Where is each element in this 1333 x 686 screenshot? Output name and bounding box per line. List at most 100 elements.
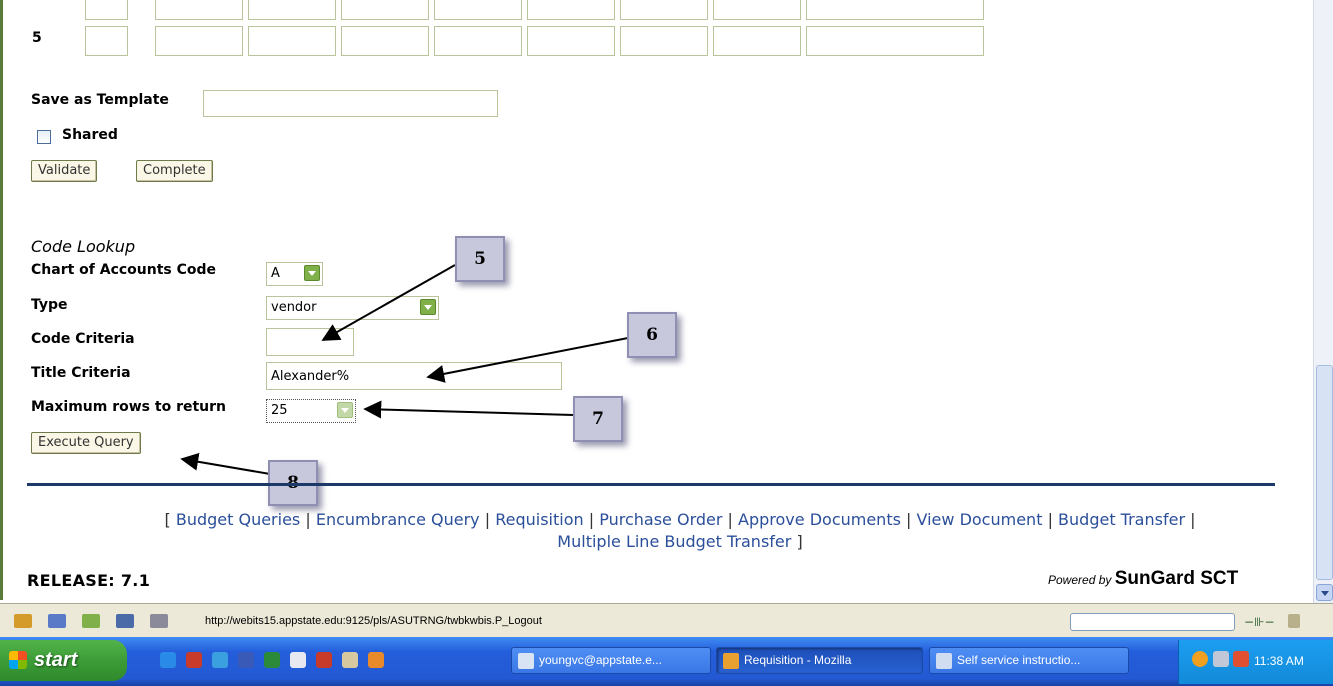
- bracket-open: [: [164, 510, 171, 529]
- task-label: Requisition - Mozilla: [744, 653, 852, 667]
- grid-cell[interactable]: [527, 26, 615, 56]
- arrow-8: [180, 452, 271, 475]
- complete-button[interactable]: Complete: [136, 160, 213, 182]
- link-multiple-line-budget-transfer[interactable]: Multiple Line Budget Transfer: [557, 532, 791, 551]
- start-label: start: [34, 649, 78, 671]
- chart-of-accounts-value: A: [271, 266, 280, 281]
- task-label: youngvc@appstate.e...: [539, 653, 662, 667]
- task-label: Self service instructio...: [957, 653, 1081, 667]
- execute-query-button[interactable]: Execute Query: [31, 432, 141, 454]
- link-view-document[interactable]: View Document: [917, 510, 1043, 529]
- separator: |: [588, 510, 595, 529]
- link-requisition[interactable]: Requisition: [495, 510, 583, 529]
- chevron-down-icon[interactable]: [337, 402, 353, 418]
- chart-of-accounts-label: Chart of Accounts Code: [31, 262, 217, 278]
- windows-logo-icon: [9, 651, 27, 669]
- taskbar-item-self-service[interactable]: Self service instructio...: [929, 647, 1129, 674]
- link-budget-queries[interactable]: Budget Queries: [176, 510, 300, 529]
- chevron-down-icon[interactable]: [304, 265, 320, 281]
- taskbar-item-mail[interactable]: youngvc@appstate.e...: [511, 647, 711, 674]
- link-purchase-order[interactable]: Purchase Order: [599, 510, 722, 529]
- grid-cell[interactable]: [434, 0, 522, 20]
- grid-cell[interactable]: [713, 26, 801, 56]
- grid-cell[interactable]: [806, 0, 984, 20]
- grid-cell[interactable]: [620, 26, 708, 56]
- chevron-down-icon[interactable]: [420, 299, 436, 315]
- separator: |: [727, 510, 733, 529]
- code-criteria-label: Code Criteria: [31, 331, 135, 347]
- quicklaunch-app-icon[interactable]: [186, 652, 202, 668]
- word-document-icon: [936, 653, 952, 669]
- grid-cell[interactable]: [155, 26, 243, 56]
- max-rows-select[interactable]: 25: [266, 399, 356, 423]
- footer-divider: [27, 483, 1275, 486]
- link-encumbrance-query[interactable]: Encumbrance Query: [316, 510, 480, 529]
- tray-app-icon[interactable]: [1233, 651, 1249, 667]
- system-clock[interactable]: 11:38 AM: [1254, 654, 1304, 668]
- type-select[interactable]: vendor: [266, 296, 439, 320]
- grid-cell[interactable]: [85, 0, 128, 20]
- address-book-icon[interactable]: [116, 614, 134, 628]
- grid-cell[interactable]: [434, 26, 522, 56]
- progress-box: [1070, 613, 1235, 631]
- chart-of-accounts-select[interactable]: A: [266, 262, 323, 286]
- title-criteria-input[interactable]: [266, 362, 562, 390]
- mail-window-icon: [518, 653, 534, 669]
- navigator-icon[interactable]: [14, 614, 32, 628]
- taskbar-item-requisition[interactable]: Requisition - Mozilla: [716, 647, 923, 674]
- grid-cell[interactable]: [527, 0, 615, 20]
- quicklaunch-app-icon[interactable]: [316, 652, 332, 668]
- word-icon[interactable]: [238, 652, 254, 668]
- save-template-label: Save as Template: [31, 92, 169, 108]
- release-version: RELEASE: 7.1: [27, 571, 151, 590]
- tray-expand-icon[interactable]: [1192, 651, 1208, 667]
- mozilla-window-icon: [723, 653, 739, 669]
- footer-nav: [ Budget Queries | Encumbrance Query | R…: [60, 509, 1300, 553]
- mail-icon[interactable]: [48, 614, 66, 628]
- grid-cell[interactable]: [713, 0, 801, 20]
- grid-cell[interactable]: [248, 0, 336, 20]
- shared-checkbox[interactable]: [37, 130, 51, 144]
- grid-cell[interactable]: [85, 26, 128, 56]
- max-rows-label: Maximum rows to return: [31, 399, 227, 415]
- network-icon[interactable]: [1213, 651, 1229, 667]
- grid-cell[interactable]: [155, 0, 243, 20]
- grid-cell[interactable]: [620, 0, 708, 20]
- grid-cell[interactable]: [341, 26, 429, 56]
- callout-5: 5: [455, 236, 505, 282]
- powered-by-text: Powered by: [1048, 573, 1112, 587]
- max-rows-value: 25: [271, 403, 288, 418]
- browser-status-bar: http://webits15.appstate.edu:9125/pls/AS…: [0, 603, 1333, 637]
- code-lookup-heading: Code Lookup: [31, 237, 136, 256]
- vertical-scrollbar[interactable]: [1313, 0, 1333, 603]
- clock-icon[interactable]: [368, 652, 384, 668]
- code-criteria-input[interactable]: [266, 328, 354, 356]
- connection-icon: −⊪−: [1244, 615, 1275, 629]
- grid-cell[interactable]: [248, 26, 336, 56]
- callout-7: 7: [573, 396, 623, 442]
- arrow-7: [363, 400, 574, 419]
- link-approve-documents[interactable]: Approve Documents: [738, 510, 901, 529]
- grid-cell[interactable]: [806, 26, 984, 56]
- link-budget-transfer[interactable]: Budget Transfer: [1058, 510, 1185, 529]
- save-template-input[interactable]: [203, 90, 498, 117]
- media-player-icon[interactable]: [290, 652, 306, 668]
- grid-row-number: 4: [32, 0, 42, 4]
- type-value: vendor: [271, 300, 317, 315]
- irc-chat-icon[interactable]: [150, 614, 168, 628]
- page-left-border: [0, 0, 3, 600]
- validate-button[interactable]: Validate: [31, 160, 98, 182]
- quicklaunch-app-icon[interactable]: [212, 652, 228, 668]
- scrollbar-thumb[interactable]: [1316, 365, 1333, 580]
- quicklaunch-app-icon[interactable]: [342, 652, 358, 668]
- security-lock-icon[interactable]: [1288, 614, 1300, 628]
- internet-explorer-icon[interactable]: [160, 652, 176, 668]
- windows-taskbar: start youngvc@appstate.e... Requisition …: [0, 637, 1333, 686]
- scroll-down-arrow-icon[interactable]: [1316, 584, 1333, 601]
- grid-cell[interactable]: [341, 0, 429, 20]
- powered-by-logo: Powered by SunGard SCT: [1048, 568, 1238, 590]
- excel-icon[interactable]: [264, 652, 280, 668]
- separator: |: [484, 510, 491, 529]
- composer-icon[interactable]: [82, 614, 100, 628]
- start-button[interactable]: start: [0, 640, 127, 681]
